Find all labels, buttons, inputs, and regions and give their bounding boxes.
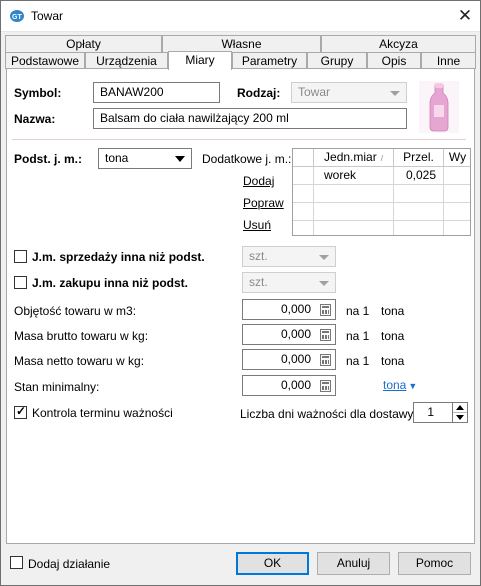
- close-icon[interactable]: ✕: [452, 3, 478, 29]
- ok-button[interactable]: OK: [236, 552, 309, 575]
- tab-miary[interactable]: Miary: [168, 51, 232, 70]
- svg-text:GT: GT: [12, 14, 22, 21]
- symbol-input[interactable]: BANAW200: [93, 82, 220, 103]
- tab-urzadzenia[interactable]: Urządzenia: [85, 52, 168, 69]
- chevron-down-icon: [319, 255, 329, 260]
- spin-down-icon[interactable]: [456, 415, 464, 420]
- product-bottle-image: [419, 81, 459, 133]
- table-cell-factor[interactable]: 0,025: [394, 167, 444, 185]
- app-icon: GT: [10, 10, 24, 22]
- purchase-unit-value: szt.: [249, 275, 268, 289]
- purchase-unit-select[interactable]: szt.: [242, 272, 336, 293]
- cancel-button[interactable]: Anuluj: [317, 552, 390, 575]
- gross-mass-input[interactable]: 0,000: [242, 324, 336, 345]
- miary-panel: Symbol: BANAW200 Rodzaj: Towar Nazwa: Ba…: [6, 68, 475, 544]
- sale-unit-select[interactable]: szt.: [242, 246, 336, 267]
- dodatkowe-jm-label: Dodatkowe j. m.:: [202, 152, 292, 166]
- net-mass-input[interactable]: 0,000: [242, 349, 336, 370]
- tab-wlasne[interactable]: Własne: [162, 35, 321, 52]
- tab-podstawowe[interactable]: Podstawowe: [5, 52, 85, 69]
- table-row-marker: [293, 167, 314, 185]
- units-table[interactable]: Jedn.miar / Przel. Wy worek 0,025: [292, 148, 471, 236]
- tab-grupy[interactable]: Grupy: [307, 52, 367, 69]
- chevron-down-icon: [175, 156, 185, 162]
- min-stock-unit-dropdown[interactable]: tona ▼: [383, 378, 417, 392]
- podst-jm-value: tona: [105, 151, 129, 165]
- rodzaj-label: Rodzaj:: [237, 86, 281, 100]
- window-title: Towar: [31, 9, 64, 23]
- table-header-unit[interactable]: Jedn.miar /: [314, 149, 394, 167]
- sort-icon: /: [380, 154, 383, 163]
- add-action-checkbox[interactable]: [10, 556, 23, 569]
- title-bar: GT Towar ✕: [1, 1, 480, 32]
- min-stock-label: Stan minimalny:: [14, 380, 100, 394]
- spin-up-icon[interactable]: [456, 405, 464, 410]
- sale-unit-checkbox[interactable]: [14, 250, 27, 263]
- gross-mass-per: na 1: [346, 329, 370, 343]
- volume-input[interactable]: 0,000: [242, 299, 336, 320]
- calculator-icon[interactable]: [320, 329, 331, 341]
- add-action-label: Dodaj działanie: [28, 557, 111, 571]
- calculator-icon[interactable]: [320, 304, 331, 316]
- days-label: Liczba dni ważności dla dostawy:: [240, 407, 417, 421]
- net-mass-label: Masa netto towaru w kg:: [14, 354, 145, 368]
- volume-label: Objętość towaru w m3:: [14, 304, 137, 318]
- net-mass-unit: tona: [381, 354, 405, 368]
- purchase-unit-checkbox[interactable]: [14, 276, 27, 289]
- days-spin-buttons[interactable]: [452, 402, 468, 423]
- triangle-down-icon: ▼: [408, 381, 418, 391]
- calculator-icon[interactable]: [320, 354, 331, 366]
- symbol-label: Symbol:: [14, 86, 62, 100]
- chevron-down-icon: [319, 281, 329, 286]
- volume-unit: tona: [381, 304, 405, 318]
- popraw-link[interactable]: Popraw: [243, 196, 284, 210]
- table-header-factor[interactable]: Przel.: [394, 149, 444, 167]
- nazwa-label: Nazwa:: [14, 112, 56, 126]
- help-button[interactable]: Pomoc: [398, 552, 471, 575]
- tab-oplaty[interactable]: Opłaty: [5, 35, 162, 52]
- rodzaj-select[interactable]: Towar: [291, 82, 407, 103]
- rodzaj-value: Towar: [298, 85, 331, 99]
- chevron-down-icon: [390, 91, 400, 96]
- expiry-checkbox[interactable]: [14, 404, 27, 419]
- sale-unit-value: szt.: [249, 249, 268, 263]
- podst-jm-select[interactable]: tona: [98, 148, 192, 169]
- gross-mass-label: Masa brutto towaru w kg:: [14, 329, 149, 343]
- table-header-marker: [293, 149, 314, 167]
- towar-window: GT Towar ✕ Opłaty Własne Akcyza Podstawo…: [0, 0, 481, 586]
- gross-mass-unit: tona: [381, 329, 405, 343]
- expiry-label: Kontrola terminu ważności: [32, 406, 173, 420]
- calculator-icon[interactable]: [320, 380, 331, 392]
- tab-inne[interactable]: Inne: [421, 52, 476, 69]
- sale-unit-label: J.m. sprzedaży inna niż podst.: [32, 250, 205, 264]
- dodaj-link[interactable]: Dodaj: [243, 174, 274, 188]
- days-stepper[interactable]: 1: [413, 402, 453, 423]
- table-header-wy[interactable]: Wy: [444, 149, 470, 167]
- purchase-unit-label: J.m. zakupu inna niż podst.: [32, 276, 189, 290]
- table-cell-unit[interactable]: worek: [314, 167, 394, 185]
- nazwa-input[interactable]: Balsam do ciała nawilżający 200 ml: [93, 108, 407, 129]
- tab-opis[interactable]: Opis: [367, 52, 421, 69]
- tab-akcyza[interactable]: Akcyza: [321, 35, 476, 52]
- volume-per: na 1: [346, 304, 370, 318]
- separator: [12, 139, 466, 140]
- net-mass-per: na 1: [346, 354, 370, 368]
- tab-parametry[interactable]: Parametry: [232, 52, 307, 69]
- usun-link[interactable]: Usuń: [243, 218, 271, 232]
- podst-jm-label: Podst. j. m.:: [14, 152, 83, 166]
- table-cell-wy[interactable]: [444, 167, 470, 185]
- min-stock-input[interactable]: 0,000: [242, 375, 336, 396]
